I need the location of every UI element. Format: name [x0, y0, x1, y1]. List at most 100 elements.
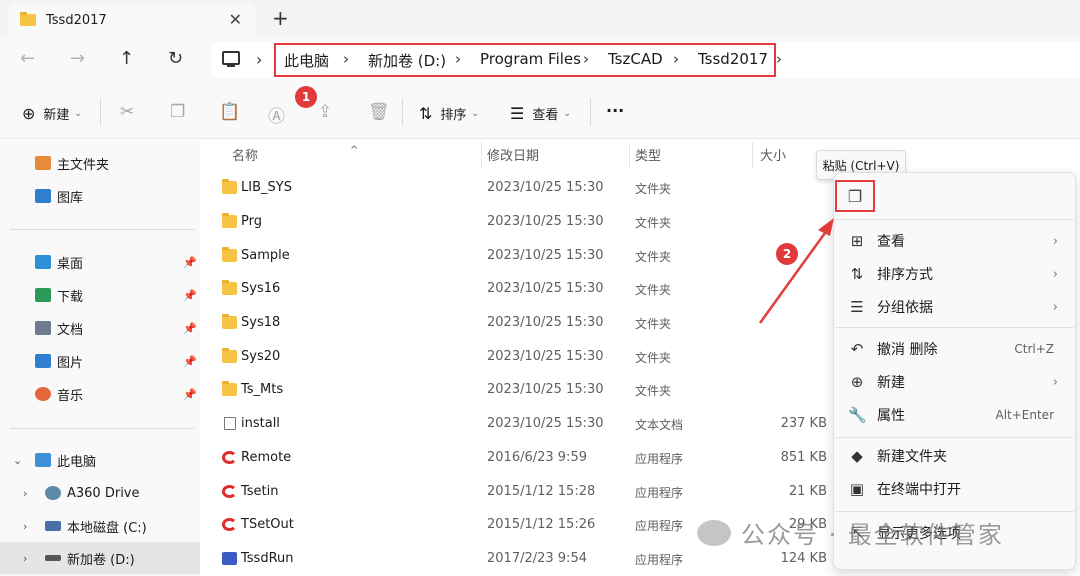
file-row[interactable]: install 2023/10/25 15:30 文本文档 237 KB: [200, 407, 835, 441]
chevron-right-icon[interactable]: ›: [23, 552, 27, 565]
menu-item[interactable]: ☰ 分组依据 ›: [834, 291, 1074, 323]
new-tab-button[interactable]: +: [272, 6, 289, 30]
refresh-button[interactable]: ↻: [168, 48, 183, 69]
application-icon: [222, 552, 237, 565]
pin-icon[interactable]: 📌: [183, 256, 197, 269]
chevron-right-icon: ›: [1052, 299, 1058, 315]
file-type: 文件夹: [635, 317, 672, 331]
pin-icon[interactable]: 📌: [183, 388, 197, 401]
view-label: 查看: [532, 108, 559, 123]
navigation-pane: 主文件夹 图库 桌面 📌 下载 📌 文档 📌 图片 📌 音乐 📌 ⌄ 此电脑 ›: [0, 140, 200, 576]
file-row[interactable]: Sys18 2023/10/25 15:30 文件夹: [200, 306, 835, 340]
breadcrumb-item[interactable]: TszCAD: [608, 50, 663, 68]
pin-icon[interactable]: 📌: [183, 355, 197, 368]
file-name: Tsetin: [241, 484, 279, 499]
documents-icon: [35, 321, 51, 335]
pin-icon[interactable]: 📌: [183, 289, 197, 302]
pin-icon[interactable]: 📌: [183, 322, 197, 335]
share-icon[interactable]: ⇪: [318, 102, 332, 122]
sidebar-item-desktop[interactable]: 桌面 📌: [0, 248, 200, 276]
breadcrumb-item[interactable]: Program Files: [480, 50, 581, 68]
sidebar-item-drive-c[interactable]: › 本地磁盘 (C:): [0, 512, 200, 540]
menu-item[interactable]: ⊞ 查看 ›: [834, 225, 1074, 257]
music-icon: [35, 387, 51, 401]
sidebar-item-home[interactable]: 主文件夹: [0, 149, 200, 177]
menu-item[interactable]: ↶ 撤消 删除 Ctrl+Z: [834, 333, 1074, 365]
file-row[interactable]: Sys20 2023/10/25 15:30 文件夹: [200, 340, 835, 374]
breadcrumb-chevron-icon[interactable]: ›: [343, 50, 349, 68]
menu-item[interactable]: ▣ 在终端中打开: [834, 473, 1074, 505]
file-row[interactable]: Remote 2016/6/23 9:59 应用程序 851 KB: [200, 441, 835, 475]
wechat-icon: [697, 519, 731, 546]
folder-icon: [20, 12, 36, 26]
cut-icon[interactable]: ✂: [120, 102, 134, 122]
chevron-right-icon[interactable]: ›: [23, 520, 27, 533]
divider: [835, 327, 1074, 328]
column-header-type[interactable]: 类型: [635, 140, 661, 168]
file-row[interactable]: Sample 2023/10/25 15:30 文件夹: [200, 239, 835, 273]
tab-tssd2017[interactable]: Tssd2017 ✕: [8, 4, 256, 36]
breadcrumb-item[interactable]: 新加卷 (D:): [368, 50, 446, 71]
breadcrumb-chevron-icon[interactable]: ›: [583, 50, 589, 68]
chevron-down-icon[interactable]: ⌄: [13, 454, 22, 467]
cloud-drive-icon: [45, 486, 61, 500]
application-icon: [222, 518, 237, 531]
more-button[interactable]: ···: [606, 101, 624, 120]
delete-icon[interactable]: 🗑: [368, 102, 390, 122]
menu-item[interactable]: ⇅ 排序方式 ›: [834, 258, 1074, 290]
breadcrumb-item[interactable]: 此电脑: [284, 50, 329, 71]
view-icon: ☰: [510, 104, 525, 123]
back-button[interactable]: ←: [20, 48, 35, 69]
view-button[interactable]: ☰ 查看 ⌄: [510, 104, 571, 123]
file-row[interactable]: Ts_Mts 2023/10/25 15:30 文件夹: [200, 373, 835, 407]
breadcrumb-chevron-icon[interactable]: ›: [776, 50, 782, 68]
paste-icon[interactable]: 📋: [219, 102, 240, 122]
file-row[interactable]: LIB_SYS 2023/10/25 15:30 文件夹: [200, 171, 835, 205]
breadcrumb-chevron-icon[interactable]: ›: [256, 50, 262, 69]
tab-bar: Tssd2017 ✕ +: [0, 0, 1080, 36]
paste-icon[interactable]: ❐: [835, 180, 875, 212]
sidebar-item-label: 文档: [57, 322, 84, 338]
copy-icon[interactable]: ❐: [170, 102, 185, 122]
menu-item[interactable]: ⊕ 新建 ›: [834, 366, 1074, 398]
sidebar-item-music[interactable]: 音乐 📌: [0, 380, 200, 408]
drive-icon: [45, 521, 61, 531]
file-name: Sys20: [241, 349, 281, 364]
file-row[interactable]: Prg 2023/10/25 15:30 文件夹: [200, 205, 835, 239]
sidebar-item-downloads[interactable]: 下载 📌: [0, 281, 200, 309]
sidebar-item-a360-drive[interactable]: › A360 Drive: [0, 479, 200, 507]
column-header-name[interactable]: 名称: [232, 140, 258, 168]
menu-item-label: 在终端中打开: [877, 482, 961, 498]
sidebar-item-drive-d[interactable]: › 新加卷 (D:): [0, 542, 200, 574]
file-row[interactable]: Sys16 2023/10/25 15:30 文件夹: [200, 272, 835, 306]
breadcrumb-chevron-icon[interactable]: ›: [673, 50, 679, 68]
file-type: 文本文档: [635, 418, 684, 432]
new-button[interactable]: ⊕ 新建 ⌄: [22, 104, 82, 123]
new-label: 新建: [43, 108, 70, 123]
folder-icon: [222, 179, 237, 194]
sidebar-item-pictures[interactable]: 图片 📌: [0, 347, 200, 375]
gallery-icon: [35, 189, 51, 203]
computer-icon: [222, 51, 240, 67]
tab-close-icon[interactable]: ✕: [229, 10, 242, 29]
menu-item[interactable]: 🔧 属性 Alt+Enter: [834, 399, 1074, 431]
file-name: Prg: [241, 214, 262, 229]
up-button[interactable]: ↑: [119, 48, 134, 69]
sidebar-item-gallery[interactable]: 图库: [0, 182, 200, 210]
breadcrumb-chevron-icon[interactable]: ›: [455, 50, 461, 68]
column-header-date[interactable]: 修改日期: [487, 140, 539, 168]
breadcrumb-item[interactable]: Tssd2017: [698, 50, 768, 68]
sidebar-item-documents[interactable]: 文档 📌: [0, 314, 200, 342]
file-row[interactable]: Tsetin 2015/1/12 15:28 应用程序 21 KB: [200, 475, 835, 509]
tab-title: Tssd2017: [46, 12, 107, 28]
forward-button[interactable]: →: [70, 48, 85, 69]
menu-item[interactable]: ◆ 新建文件夹: [834, 440, 1074, 472]
rename-icon[interactable]: Ⓐ: [268, 102, 285, 127]
sidebar-item-this-pc[interactable]: ⌄ 此电脑: [0, 446, 200, 474]
column-header-size[interactable]: 大小: [760, 140, 786, 168]
sort-button[interactable]: ⇅ 排序 ⌄: [419, 104, 479, 123]
file-name: LIB_SYS: [241, 180, 292, 195]
divider: [590, 98, 591, 126]
plus-circle-icon: ⊕: [22, 104, 36, 123]
chevron-right-icon[interactable]: ›: [23, 487, 27, 500]
